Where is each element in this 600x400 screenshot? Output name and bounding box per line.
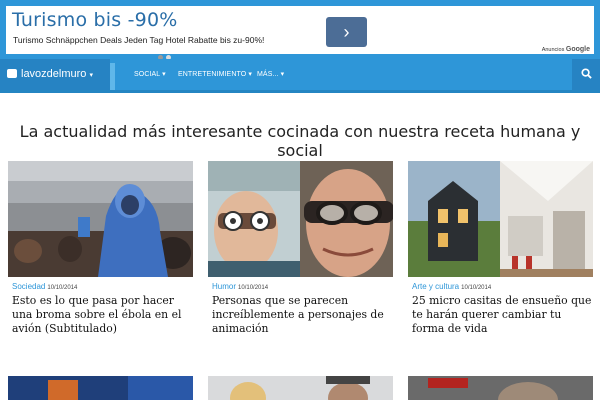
brand-menu[interactable]: lavozdelmuro ▾ bbox=[0, 59, 110, 90]
category-link[interactable]: Arte y cultura bbox=[412, 282, 459, 291]
article-title[interactable]: Personas que se parecen increíblemente a… bbox=[212, 294, 394, 336]
ad-box[interactable]: Turismo bis -90% Turismo Schnäppchen Dea… bbox=[6, 6, 594, 60]
article-meta: Sociedad 10/10/2014 bbox=[12, 282, 77, 291]
caret-down-icon: ▾ bbox=[280, 71, 285, 78]
nav-bar: lavozdelmuro ▾ SOCIAL ▾ ENTRETENIMIENTO … bbox=[0, 59, 600, 93]
page: Turismo bis -90% Turismo Schnäppchen Dea… bbox=[0, 0, 600, 400]
article-title[interactable]: 25 micro casitas de ensueño que te harán… bbox=[412, 294, 594, 336]
article-thumbnail[interactable] bbox=[8, 376, 193, 400]
caret-down-icon: ▾ bbox=[248, 71, 252, 78]
ad-label-prefix: Anuncios bbox=[541, 47, 565, 53]
article-date: 10/10/2014 bbox=[47, 285, 78, 291]
ad-title[interactable]: Turismo bis -90% bbox=[12, 9, 178, 31]
category-link[interactable]: Humor bbox=[212, 282, 236, 291]
article-meta: Humor 10/10/2014 bbox=[212, 282, 268, 291]
article-date: 10/10/2014 bbox=[238, 285, 269, 291]
article-date: 10/10/2014 bbox=[461, 285, 492, 291]
article-thumbnail[interactable] bbox=[408, 161, 593, 277]
ad-label-brand: Google bbox=[565, 46, 590, 53]
nav-entretenimiento[interactable]: ENTRETENIMIENTO ▾ bbox=[178, 59, 252, 90]
nav-mas-label: MÁS... bbox=[257, 71, 279, 78]
article-thumbnail[interactable] bbox=[408, 376, 593, 400]
brand-name: lavozdelmuro bbox=[21, 68, 87, 80]
article-thumbnail[interactable] bbox=[208, 376, 393, 400]
caret-down-icon: ▾ bbox=[89, 72, 93, 79]
search-button[interactable] bbox=[572, 59, 600, 90]
ad-subtitle[interactable]: Turismo Schnäppchen Deals Jeden Tag Hote… bbox=[13, 35, 264, 45]
article-title[interactable]: Esto es lo que pasa por hacer una broma … bbox=[12, 294, 194, 336]
nav-mas[interactable]: MÁS... ▾ bbox=[257, 59, 284, 90]
caret-down-icon: ▾ bbox=[162, 71, 166, 78]
chat-logo-icon bbox=[7, 69, 17, 78]
category-link[interactable]: Sociedad bbox=[12, 282, 45, 291]
nav-social[interactable]: SOCIAL ▾ bbox=[134, 59, 166, 90]
ad-next-button[interactable]: › bbox=[326, 17, 367, 47]
ad-banner: Turismo bis -90% Turismo Schnäppchen Dea… bbox=[0, 0, 600, 60]
nav-entretenimiento-label: ENTRETENIMIENTO bbox=[178, 71, 247, 78]
page-headline: La actualidad más interesante cocinada c… bbox=[19, 122, 581, 160]
article-thumbnail[interactable] bbox=[208, 161, 393, 277]
brand-tab bbox=[110, 63, 115, 90]
article-meta: Arte y cultura 10/10/2014 bbox=[412, 282, 491, 291]
chevron-right-icon: › bbox=[343, 22, 350, 42]
ad-label[interactable]: Anuncios Google bbox=[542, 46, 590, 53]
nav-social-label: SOCIAL bbox=[134, 71, 161, 78]
article-thumbnail[interactable] bbox=[8, 161, 193, 277]
search-icon bbox=[580, 68, 592, 79]
